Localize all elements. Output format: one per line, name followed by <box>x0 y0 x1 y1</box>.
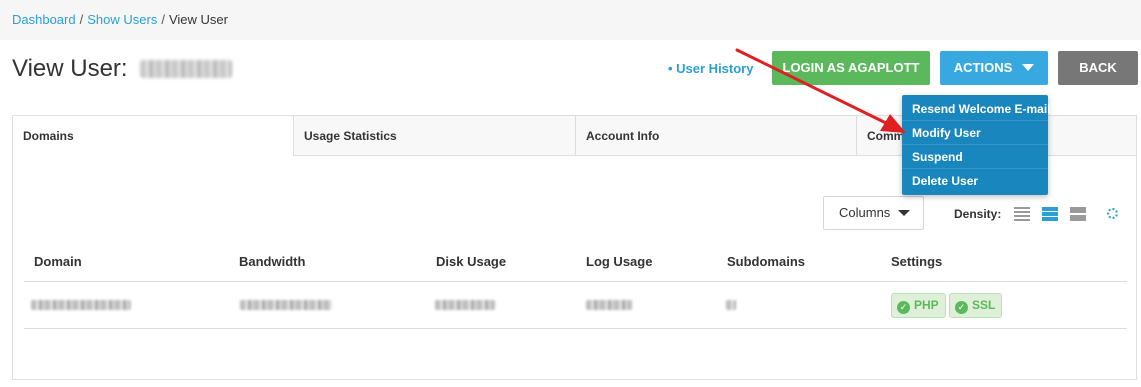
back-button[interactable]: BACK <box>1058 51 1138 85</box>
breadcrumb-dashboard-link[interactable]: Dashboard <box>12 12 76 27</box>
php-settings-badge[interactable]: ✓ PHP <box>891 293 946 318</box>
refresh-icon[interactable] <box>1107 208 1118 219</box>
page-title: View User: <box>12 55 128 82</box>
density-label: Density: <box>954 207 1002 221</box>
subdomains-cell-redacted <box>726 300 736 310</box>
username-redacted <box>140 60 232 78</box>
php-badge-label: PHP <box>914 298 939 312</box>
column-header-settings[interactable]: Settings <box>891 254 942 269</box>
breadcrumb: Dashboard / Show Users / View User <box>12 12 228 27</box>
menu-item-delete-user[interactable]: Delete User <box>902 169 1048 193</box>
column-header-bandwidth[interactable]: Bandwidth <box>239 254 305 269</box>
ssl-settings-badge[interactable]: ✓ SSL <box>949 293 1003 318</box>
breadcrumb-show-users-link[interactable]: Show Users <box>87 12 157 27</box>
column-header-log-usage[interactable]: Log Usage <box>586 254 652 269</box>
column-header-disk-usage[interactable]: Disk Usage <box>436 254 506 269</box>
breadcrumb-separator: / <box>79 12 84 27</box>
check-circle-icon: ✓ <box>897 301 910 314</box>
column-header-domain[interactable]: Domain <box>34 254 82 269</box>
density-comfortable-icon[interactable] <box>1070 207 1086 221</box>
user-history-link[interactable]: • User History <box>668 61 753 76</box>
log-usage-cell-redacted <box>586 300 632 310</box>
disk-usage-cell-redacted <box>435 300 495 310</box>
breadcrumb-current: View User <box>168 12 228 27</box>
breadcrumb-bar: Dashboard / Show Users / View User <box>0 0 1141 40</box>
tab-usage-statistics[interactable]: Usage Statistics <box>294 116 576 156</box>
caret-down-icon <box>898 210 911 216</box>
columns-button[interactable]: Columns <box>823 196 924 230</box>
actions-button[interactable]: ACTIONS <box>940 51 1048 85</box>
table-row: ✓ PHP ✓ SSL <box>24 283 1127 329</box>
columns-label: Columns <box>839 205 891 220</box>
breadcrumb-separator: / <box>161 12 165 27</box>
menu-item-suspend[interactable]: Suspend <box>902 145 1048 169</box>
menu-item-modify-user[interactable]: Modify User <box>902 121 1048 145</box>
caret-down-icon <box>1022 64 1035 71</box>
domain-cell-redacted[interactable] <box>31 300 131 310</box>
actions-label: ACTIONS <box>953 60 1013 75</box>
check-circle-icon: ✓ <box>955 301 968 314</box>
table-header-row: Domain Bandwidth Disk Usage Log Usage Su… <box>24 242 1127 282</box>
actions-dropdown-menu: Resend Welcome E-mail Modify User Suspen… <box>902 95 1051 195</box>
density-compact-icon[interactable] <box>1014 207 1030 221</box>
column-header-subdomains[interactable]: Subdomains <box>727 254 805 269</box>
tab-account-info[interactable]: Account Info <box>576 116 857 156</box>
tab-domains[interactable]: Domains <box>13 116 294 156</box>
login-as-user-button[interactable]: LOGIN AS AGAPLOTT <box>772 51 930 85</box>
bandwidth-cell-redacted <box>240 300 332 310</box>
back-label: BACK <box>1079 60 1117 75</box>
menu-item-resend-welcome-email[interactable]: Resend Welcome E-mail <box>902 97 1051 121</box>
ssl-badge-label: SSL <box>972 298 996 312</box>
login-as-user-label: LOGIN AS AGAPLOTT <box>782 60 920 75</box>
density-standard-icon[interactable] <box>1042 207 1058 221</box>
